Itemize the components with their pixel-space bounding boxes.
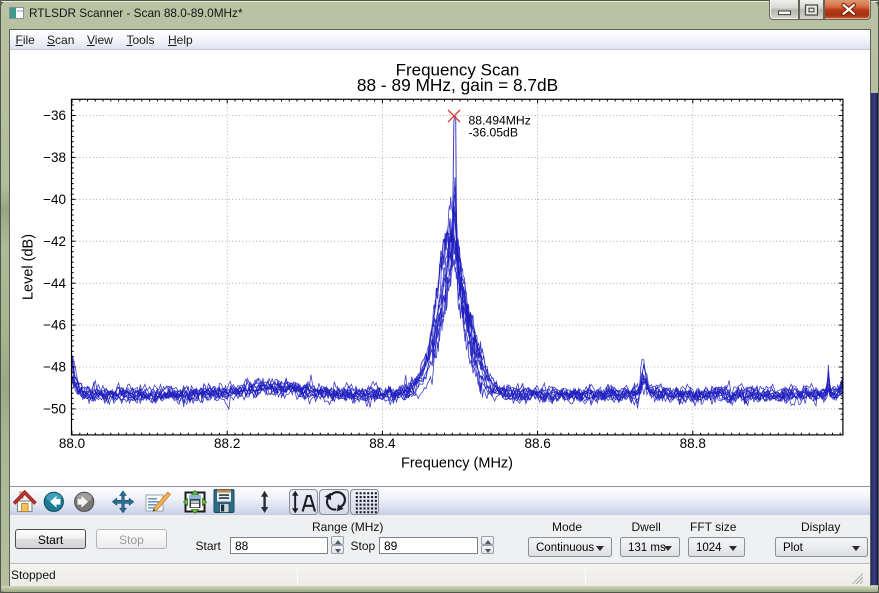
svg-text:−42: −42 (43, 234, 66, 249)
svg-text:−38: −38 (43, 150, 66, 165)
svg-text:88.8: 88.8 (680, 436, 706, 451)
svg-text:88 - 89 MHz, gain = 8.7dB: 88 - 89 MHz, gain = 8.7dB (357, 75, 558, 95)
svg-text:−46: −46 (43, 318, 66, 333)
svg-text:Frequency (MHz): Frequency (MHz) (401, 456, 513, 472)
svg-text:−50: −50 (43, 402, 66, 417)
svg-text:88.0: 88.0 (59, 436, 85, 451)
svg-text:−44: −44 (43, 276, 66, 291)
svg-text:−36: −36 (43, 108, 66, 123)
svg-text:−48: −48 (43, 360, 66, 375)
svg-text:88.2: 88.2 (214, 436, 240, 451)
svg-text:88.6: 88.6 (524, 436, 550, 451)
svg-text:88.4: 88.4 (369, 436, 396, 451)
svg-text:Level (dB): Level (dB) (21, 234, 37, 300)
svg-text:-36.05dB: -36.05dB (469, 125, 518, 139)
svg-text:−40: −40 (43, 192, 66, 207)
